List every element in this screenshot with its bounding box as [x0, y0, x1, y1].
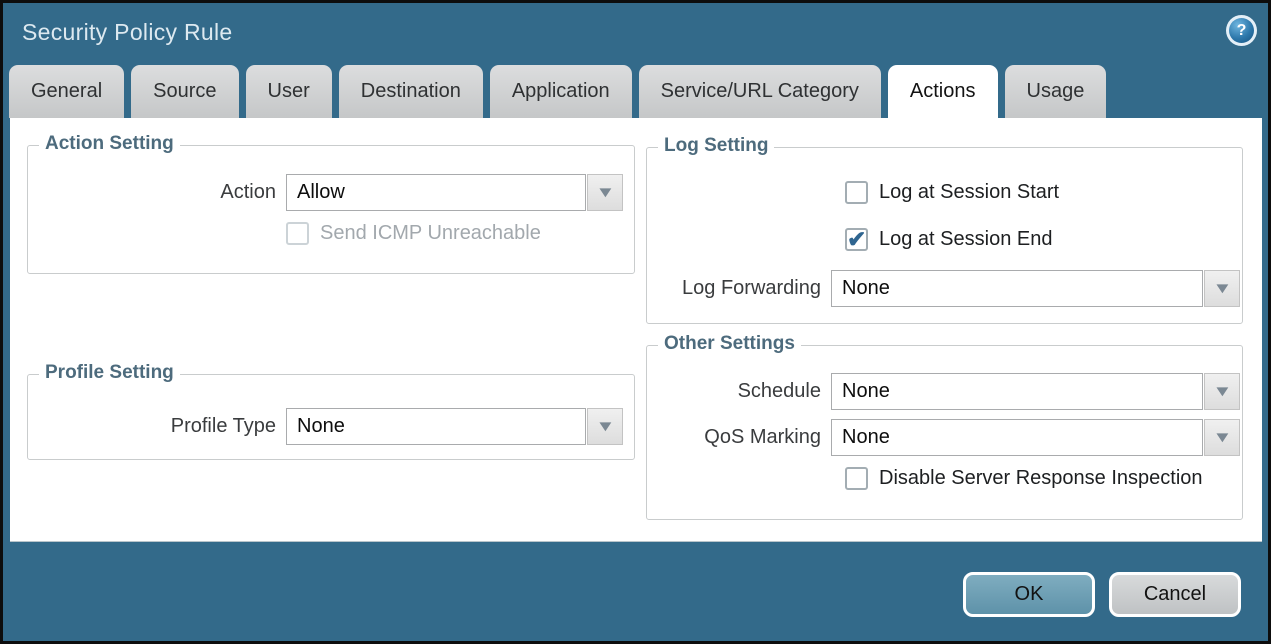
qos-marking-label: QoS Marking: [647, 419, 821, 456]
chevron-down-icon: ▼: [1212, 281, 1232, 296]
qos-marking-dropdown[interactable]: None ▼: [831, 419, 1240, 456]
schedule-label: Schedule: [647, 373, 821, 410]
log-forwarding-dropdown-value[interactable]: None: [831, 270, 1203, 307]
log-at-session-start-label: Log at Session Start: [879, 181, 1059, 204]
tab-actions[interactable]: Actions: [888, 65, 998, 118]
actions-tab-panel: Action Setting Action Allow ▼ ✔ Send ICM…: [10, 118, 1262, 542]
log-forwarding-dropdown-button[interactable]: ▼: [1204, 270, 1240, 307]
profile-type-dropdown-button[interactable]: ▼: [587, 408, 623, 445]
tab-application[interactable]: Application: [490, 65, 632, 118]
action-label: Action: [28, 174, 276, 211]
section-profile-setting: Profile Setting Profile Type None ▼: [27, 374, 635, 460]
action-dropdown-button[interactable]: ▼: [587, 174, 623, 211]
action-dropdown[interactable]: Allow ▼: [286, 174, 623, 211]
other-settings-legend: Other Settings: [658, 333, 801, 355]
log-at-session-end-label: Log at Session End: [879, 228, 1052, 251]
log-forwarding-dropdown[interactable]: None ▼: [831, 270, 1240, 307]
chevron-down-icon: ▼: [595, 419, 615, 434]
profile-setting-legend: Profile Setting: [39, 362, 180, 384]
chevron-down-icon: ▼: [595, 185, 615, 200]
tab-source[interactable]: Source: [131, 65, 238, 118]
schedule-dropdown[interactable]: None ▼: [831, 373, 1240, 410]
check-icon: ✔: [847, 226, 866, 253]
schedule-dropdown-value[interactable]: None: [831, 373, 1203, 410]
tab-bar: General Source User Destination Applicat…: [9, 65, 1106, 118]
cancel-button[interactable]: Cancel: [1109, 572, 1241, 617]
disable-server-response-inspection-checkbox[interactable]: ✔: [845, 467, 868, 490]
send-icmp-unreachable-checkbox: ✔: [286, 222, 309, 245]
section-action-setting: Action Setting Action Allow ▼ ✔ Send ICM…: [27, 145, 635, 274]
tab-destination[interactable]: Destination: [339, 65, 483, 118]
log-at-session-end-checkbox[interactable]: ✔: [845, 228, 868, 251]
action-dropdown-value[interactable]: Allow: [286, 174, 586, 211]
log-forwarding-label: Log Forwarding: [647, 270, 821, 307]
ok-button[interactable]: OK: [963, 572, 1095, 617]
profile-type-dropdown-value[interactable]: None: [286, 408, 586, 445]
section-other-settings: Other Settings Schedule None ▼ QoS Marki…: [646, 345, 1243, 520]
action-setting-legend: Action Setting: [39, 133, 180, 155]
help-button[interactable]: ?: [1226, 15, 1257, 46]
disable-server-response-inspection-label: Disable Server Response Inspection: [879, 467, 1203, 490]
section-log-setting: Log Setting ✔ Log at Session Start ✔ Log…: [646, 147, 1243, 324]
tab-user[interactable]: User: [246, 65, 332, 118]
security-policy-rule-dialog: Security Policy Rule ? General Source Us…: [0, 0, 1271, 644]
tab-usage[interactable]: Usage: [1005, 65, 1107, 118]
qos-marking-dropdown-value[interactable]: None: [831, 419, 1203, 456]
qos-marking-dropdown-button[interactable]: ▼: [1204, 419, 1240, 456]
schedule-dropdown-button[interactable]: ▼: [1204, 373, 1240, 410]
chevron-down-icon: ▼: [1212, 430, 1232, 445]
tab-service-url-category[interactable]: Service/URL Category: [639, 65, 881, 118]
send-icmp-unreachable-label: Send ICMP Unreachable: [320, 222, 541, 245]
profile-type-label: Profile Type: [28, 408, 276, 445]
dialog-title: Security Policy Rule: [22, 19, 233, 46]
help-icon: ?: [1229, 18, 1254, 43]
tab-general[interactable]: General: [9, 65, 124, 118]
log-at-session-start-checkbox[interactable]: ✔: [845, 181, 868, 204]
profile-type-dropdown[interactable]: None ▼: [286, 408, 623, 445]
chevron-down-icon: ▼: [1212, 384, 1232, 399]
log-setting-legend: Log Setting: [658, 135, 774, 157]
